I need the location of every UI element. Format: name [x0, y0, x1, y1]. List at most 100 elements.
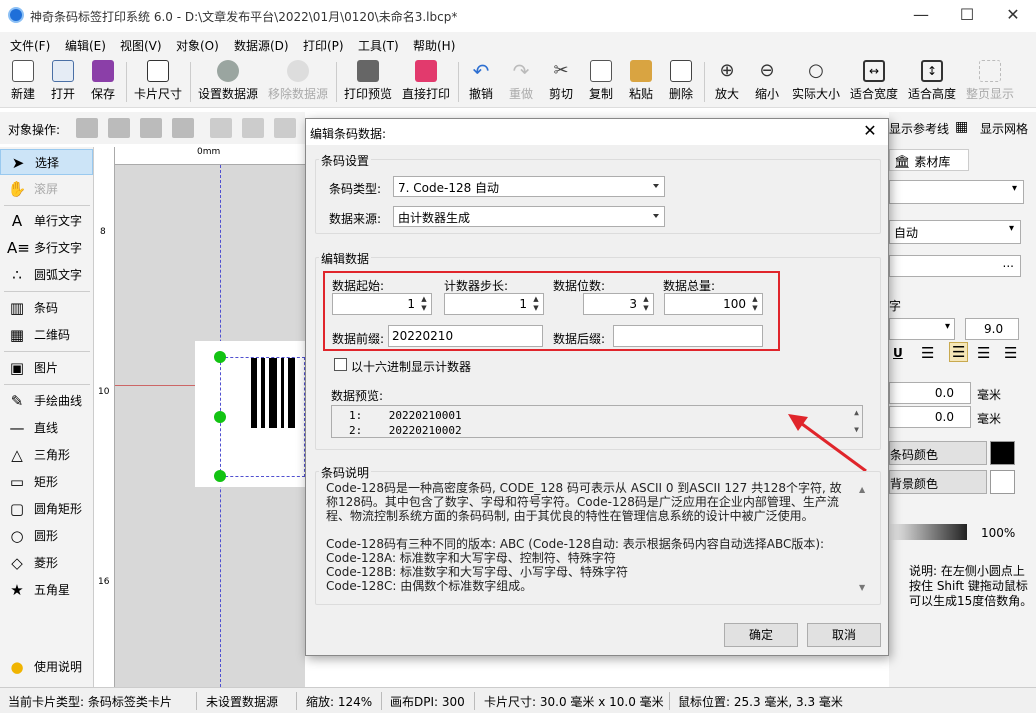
set-datasource-button[interactable]: 设置数据源	[196, 60, 260, 102]
background-color-swatch[interactable]	[990, 470, 1015, 494]
label-card[interactable]	[195, 341, 305, 487]
layer-down-icon[interactable]	[140, 118, 162, 138]
underline-icon[interactable]: U	[893, 346, 903, 360]
barcode-color-button[interactable]: 条码颜色	[889, 441, 987, 465]
spin-arrows-icon[interactable]: ▲ ▼	[641, 295, 651, 313]
undo-button[interactable]: ↶ 撤销	[466, 60, 496, 102]
align-left-icon[interactable]	[210, 118, 232, 138]
remove-datasource-button[interactable]: 移除数据源	[266, 60, 330, 102]
tool-rectangle[interactable]: ▭ 矩形	[0, 469, 93, 495]
menu-view[interactable]: 视图(V)	[120, 37, 162, 54]
font-name-combo[interactable]: ▾	[889, 318, 955, 340]
property-combo-2[interactable]: 自动 ▾	[889, 220, 1021, 244]
menu-help[interactable]: 帮助(H)	[413, 37, 455, 54]
tool-multi-line-text[interactable]: A≡ 多行文字	[0, 235, 93, 261]
resize-handle[interactable]	[214, 411, 226, 423]
property-field[interactable]: ...	[889, 255, 1021, 277]
redo-button[interactable]: ↷ 重做	[506, 60, 536, 102]
tool-qrcode[interactable]: ▦ 二维码	[0, 322, 93, 348]
tool-image[interactable]: ▣ 图片	[0, 355, 93, 381]
offset-y-spin[interactable]: 0.0	[889, 406, 971, 428]
cancel-button[interactable]: 取消	[807, 623, 881, 647]
tool-line[interactable]: — 直线	[0, 415, 93, 441]
tool-rounded-rectangle[interactable]: ▢ 圆角矩形	[0, 496, 93, 522]
data-source-select[interactable]: 由计数器生成	[393, 206, 665, 227]
offset-x-spin[interactable]: 0.0	[889, 382, 971, 404]
menu-edit[interactable]: 编辑(E)	[65, 37, 106, 54]
tool-barcode[interactable]: ▥ 条码	[0, 295, 93, 321]
description-line: Code-128C: 由偶数个标准数字组成。	[326, 579, 533, 593]
maximize-button[interactable]: ☐	[944, 0, 990, 32]
align-right-icon[interactable]: ☰	[977, 344, 990, 362]
scroll-up-icon[interactable]: ▲	[859, 485, 865, 494]
hex-counter-checkbox[interactable]	[334, 358, 347, 371]
resize-handle[interactable]	[214, 351, 226, 363]
dialog-close-button[interactable]: ✕	[860, 121, 880, 140]
close-button[interactable]: ✕	[990, 0, 1036, 32]
opacity-slider[interactable]	[889, 524, 967, 540]
zoom-out-button[interactable]: ⊖ 缩小	[750, 60, 784, 102]
spin-arrows-icon[interactable]: ▲ ▼	[750, 295, 760, 313]
align-center-icon[interactable]: ☰	[949, 342, 969, 362]
tool-freehand[interactable]: ✎ 手绘曲线	[0, 388, 93, 414]
data-start-spin[interactable]: 1 ▲ ▼	[332, 293, 432, 315]
tab-material-library[interactable]: 🏛 素材库	[889, 149, 969, 171]
minimize-button[interactable]: —	[898, 0, 944, 32]
layer-bottom-icon[interactable]	[172, 118, 194, 138]
property-combo[interactable]: ▾	[889, 180, 1024, 204]
data-digits-spin[interactable]: 3 ▲ ▼	[583, 293, 654, 315]
tool-help[interactable]: ● 使用说明	[0, 654, 93, 680]
full-page-button[interactable]: 整页显示	[964, 60, 1016, 102]
justify-icon[interactable]: ☰	[1004, 344, 1017, 362]
data-prefix-input[interactable]: 20220210	[388, 325, 543, 347]
font-size-spin[interactable]: 9.0	[965, 318, 1019, 340]
save-button[interactable]: 保存	[88, 60, 118, 102]
menu-tools[interactable]: 工具(T)	[358, 37, 399, 54]
resize-handle[interactable]	[214, 470, 226, 482]
show-grid-label[interactable]: 显示网格	[980, 120, 1028, 137]
barcode-color-swatch[interactable]	[990, 441, 1015, 465]
new-button[interactable]: 新建	[8, 60, 38, 102]
cut-button[interactable]: ✂ 剪切	[546, 60, 576, 102]
delete-button[interactable]: 删除	[666, 60, 696, 102]
counter-step-spin[interactable]: 1 ▲ ▼	[444, 293, 544, 315]
align-left-icon[interactable]: ☰	[921, 344, 934, 362]
spin-arrows-icon[interactable]: ▲ ▼	[419, 295, 429, 313]
align-center-icon[interactable]	[242, 118, 264, 138]
copy-button[interactable]: 复制	[586, 60, 616, 102]
menu-print[interactable]: 打印(P)	[303, 37, 344, 54]
zoom-in-button[interactable]: ⊕ 放大	[710, 60, 744, 102]
print-preview-button[interactable]: 打印预览	[342, 60, 394, 102]
tool-star[interactable]: ★ 五角星	[0, 577, 93, 603]
tool-single-line-text[interactable]: A 单行文字	[0, 208, 93, 234]
menu-object[interactable]: 对象(O)	[176, 37, 219, 54]
data-suffix-input[interactable]	[613, 325, 763, 347]
background-color-button[interactable]: 背景颜色	[889, 470, 987, 494]
tool-select[interactable]: ➤ 选择	[0, 149, 93, 175]
layer-top-icon[interactable]	[108, 118, 130, 138]
layer-up-icon[interactable]	[76, 118, 98, 138]
ok-button[interactable]: 确定	[724, 623, 798, 647]
spin-arrows-icon[interactable]: ▲ ▼	[531, 295, 541, 313]
barcode-type-select[interactable]: 7. Code-128 自动	[393, 176, 665, 197]
open-button[interactable]: 打开	[48, 60, 78, 102]
menu-datasource[interactable]: 数据源(D)	[234, 37, 289, 54]
paste-button[interactable]: 粘贴	[626, 60, 656, 102]
direct-print-button[interactable]: 直接打印	[400, 60, 452, 102]
scroll-down-icon[interactable]: ▼	[859, 583, 865, 592]
tool-triangle[interactable]: △ 三角形	[0, 442, 93, 468]
actual-size-button[interactable]: ○ 实际大小	[790, 60, 842, 102]
tool-scroll[interactable]: ✋ 滚屏	[0, 176, 93, 202]
printer-icon	[415, 60, 437, 82]
menu-file[interactable]: 文件(F)	[10, 37, 50, 54]
tool-circle[interactable]: ○ 圆形	[0, 523, 93, 549]
fit-width-button[interactable]: ↔ 适合宽度	[848, 60, 900, 102]
card-size-button[interactable]: 卡片尺寸	[132, 60, 184, 102]
tool-arc-text[interactable]: ∴ 圆弧文字	[0, 262, 93, 288]
align-right-icon[interactable]	[274, 118, 296, 138]
barcode-object[interactable]	[220, 357, 305, 477]
fit-height-button[interactable]: ↕ 适合高度	[906, 60, 958, 102]
data-total-spin[interactable]: 100 ▲ ▼	[664, 293, 763, 315]
tool-diamond[interactable]: ◇ 菱形	[0, 550, 93, 576]
show-ref-lines-label[interactable]: 显示参考线	[889, 120, 949, 137]
